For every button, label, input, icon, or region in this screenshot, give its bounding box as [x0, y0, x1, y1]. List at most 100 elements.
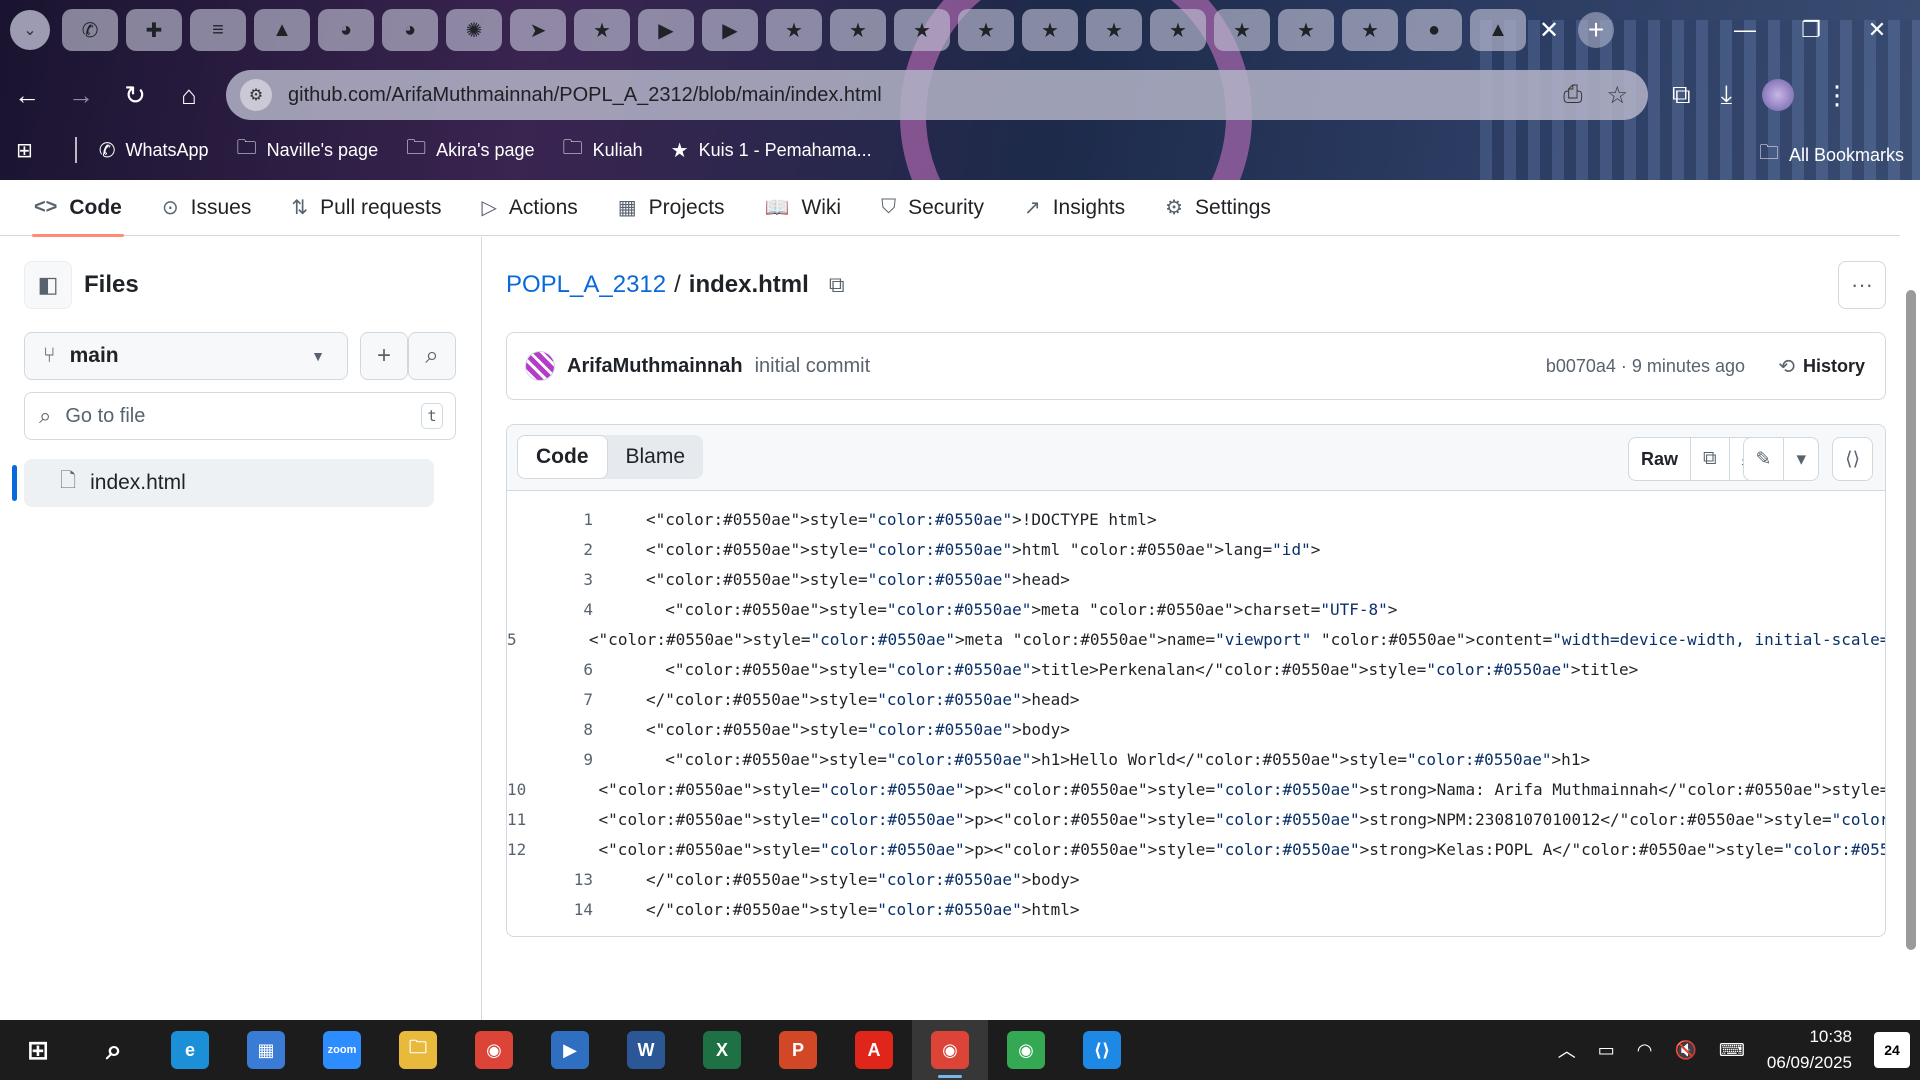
browser-tab[interactable]: ★: [958, 9, 1014, 51]
chrome-icon[interactable]: ◉: [912, 1020, 988, 1080]
go-to-file-input[interactable]: ⌕ Go to file t: [24, 392, 456, 440]
chevron-up-icon[interactable]: ︿: [1558, 1037, 1576, 1063]
tab-security[interactable]: ⛉ Security: [869, 180, 996, 236]
line-number[interactable]: 11: [507, 810, 526, 829]
more-options-button[interactable]: ···: [1838, 261, 1886, 309]
line-number[interactable]: 12: [507, 840, 526, 859]
caret-down-icon[interactable]: ▾: [1784, 438, 1818, 480]
bookmark-star-icon[interactable]: ☆: [1606, 81, 1628, 110]
install-app-icon[interactable]: ⎙: [1563, 81, 1582, 110]
browser-tab[interactable]: ★: [1086, 9, 1142, 51]
browser-tab[interactable]: ◕: [382, 9, 438, 51]
battery-icon[interactable]: ▭: [1598, 1040, 1615, 1061]
line-number[interactable]: 3: [507, 570, 593, 589]
zoom-icon[interactable]: zoom: [304, 1020, 380, 1080]
tab-pull-requests[interactable]: ⇅ Pull requests: [279, 180, 453, 236]
browser-tab[interactable]: ★: [574, 9, 630, 51]
tab-blame[interactable]: Blame: [608, 435, 704, 479]
restore-button[interactable]: ❐: [1778, 10, 1844, 50]
download-icon[interactable]: ⤓: [1721, 79, 1733, 111]
address-bar[interactable]: ⚙ github.com/ArifaMuthmainnah/POPL_A_231…: [226, 70, 1648, 120]
volume-muted-icon[interactable]: 🔇: [1675, 1040, 1697, 1061]
tab-actions[interactable]: ▷ Actions: [470, 180, 590, 236]
scrollbar-thumb[interactable]: [1906, 290, 1916, 950]
reload-button[interactable]: ↻: [108, 73, 162, 117]
history-button[interactable]: ⟲ History: [1778, 354, 1865, 379]
bookmark-item[interactable]: 🗀 Kuliah: [563, 133, 643, 167]
edge-icon[interactable]: e: [152, 1020, 228, 1080]
copy-icon[interactable]: ⧉: [1691, 438, 1730, 480]
search-button[interactable]: ⌕: [408, 332, 456, 380]
tab-wiki[interactable]: 📖 Wiki: [753, 180, 854, 236]
tab-code[interactable]: Code: [517, 435, 608, 479]
browser-tab[interactable]: ◕: [318, 9, 374, 51]
commit-message[interactable]: initial commit: [755, 355, 871, 378]
browser-tab[interactable]: ★: [1150, 9, 1206, 51]
commit-author[interactable]: ArifaMuthmainnah: [567, 355, 743, 378]
start-button[interactable]: ⊞: [0, 1020, 76, 1080]
tab-projects[interactable]: ▦ Projects: [606, 180, 737, 236]
keyboard-icon[interactable]: ⌨: [1719, 1040, 1745, 1061]
store-icon[interactable]: ▦: [228, 1020, 304, 1080]
bookmark-item[interactable]: ✆ WhatsApp: [99, 133, 209, 167]
line-number[interactable]: 13: [507, 870, 593, 889]
chrome-icon[interactable]: ◉: [456, 1020, 532, 1080]
apps-grid-icon[interactable]: ⊞: [16, 138, 43, 163]
chrome-profile-icon[interactable]: ◉: [988, 1020, 1064, 1080]
browser-tab[interactable]: ★: [1278, 9, 1334, 51]
line-number[interactable]: 6: [507, 660, 593, 679]
close-window-button[interactable]: ✕: [1844, 10, 1910, 50]
line-number[interactable]: 8: [507, 720, 593, 739]
file-tree-item[interactable]: 🗋 index.html: [24, 459, 434, 507]
line-number[interactable]: 4: [507, 600, 593, 619]
symbols-panel-icon[interactable]: ⟨⟩: [1833, 438, 1872, 480]
browser-tab[interactable]: ★: [1022, 9, 1078, 51]
profile-avatar[interactable]: [1762, 79, 1795, 111]
word-icon[interactable]: W: [608, 1020, 684, 1080]
browser-tab[interactable]: ★: [1214, 9, 1270, 51]
back-button[interactable]: ←: [0, 73, 54, 117]
browser-tab[interactable]: ▶: [702, 9, 758, 51]
line-number[interactable]: 7: [507, 690, 593, 709]
powerpoint-icon[interactable]: P: [760, 1020, 836, 1080]
close-tab-icon[interactable]: ✕: [1534, 15, 1564, 45]
bookmark-item[interactable]: 🗀 Akira's page: [406, 133, 535, 167]
notification-badge[interactable]: 24: [1874, 1032, 1910, 1068]
file-explorer-icon[interactable]: 🗀: [380, 1020, 456, 1080]
line-number[interactable]: 9: [507, 750, 593, 769]
tab-issues[interactable]: ⊙ Issues: [150, 180, 263, 236]
minimize-button[interactable]: —: [1712, 10, 1778, 50]
search-button[interactable]: ⌕: [76, 1020, 152, 1080]
browser-tab[interactable]: ✆: [62, 9, 118, 51]
media-player-icon[interactable]: ▶: [532, 1020, 608, 1080]
line-number[interactable]: 1: [507, 510, 593, 529]
line-number[interactable]: 2: [507, 540, 593, 559]
branch-selector[interactable]: ⑂ main ▼: [24, 332, 348, 380]
bookmark-item[interactable]: ★ Kuis 1 - Pemahama...: [671, 133, 872, 167]
page-scrollbar[interactable]: [1906, 186, 1916, 956]
all-bookmarks-button[interactable]: 🗀 All Bookmarks: [1759, 138, 1904, 172]
copy-path-icon[interactable]: ⧉: [829, 272, 845, 298]
browser-tab[interactable]: ★: [830, 9, 886, 51]
tab-insights[interactable]: ↗ Insights: [1012, 180, 1137, 236]
edit-icon[interactable]: ✎: [1744, 438, 1785, 480]
line-number[interactable]: 10: [507, 780, 526, 799]
browser-tab[interactable]: ≡: [190, 9, 246, 51]
browser-tab[interactable]: ✺: [446, 9, 502, 51]
vscode-icon[interactable]: ⟨⟩: [1064, 1020, 1140, 1080]
extensions-icon[interactable]: ⧉: [1672, 79, 1691, 111]
tab-settings[interactable]: ⚙ Settings: [1153, 180, 1283, 236]
acrobat-icon[interactable]: A: [836, 1020, 912, 1080]
raw-button[interactable]: Raw: [1629, 438, 1692, 480]
url-text[interactable]: github.com/ArifaMuthmainnah/POPL_A_2312/…: [288, 84, 1563, 107]
breadcrumb-repo-link[interactable]: POPL_A_2312: [506, 271, 666, 299]
bookmark-item[interactable]: 🗀 Naville's page: [237, 133, 379, 167]
add-file-button[interactable]: +: [360, 332, 408, 380]
browser-tab[interactable]: ★: [894, 9, 950, 51]
browser-tab[interactable]: ✚: [126, 9, 182, 51]
author-avatar[interactable]: [525, 351, 555, 381]
excel-icon[interactable]: X: [684, 1020, 760, 1080]
commit-meta[interactable]: b0070a4 · 9 minutes ago: [1546, 356, 1745, 377]
forward-button[interactable]: →: [54, 73, 108, 117]
browser-tab[interactable]: ●: [1406, 9, 1462, 51]
